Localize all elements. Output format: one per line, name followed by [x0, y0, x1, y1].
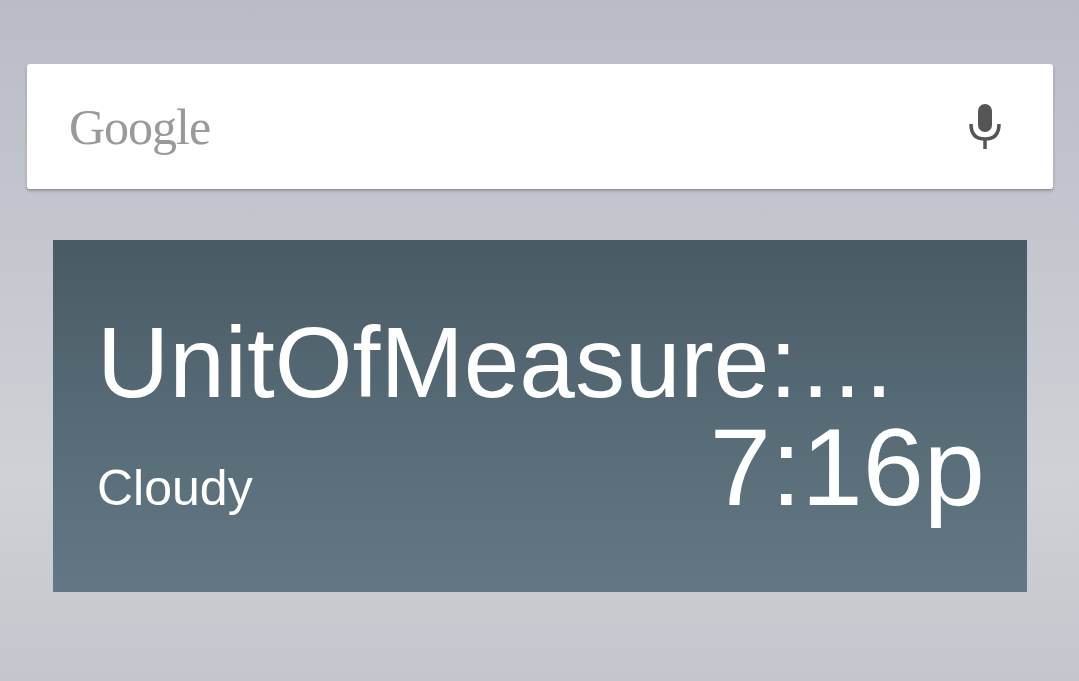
widget-title: UnitOfMeasure:…: [97, 312, 985, 412]
google-logo[interactable]: Google: [69, 98, 210, 156]
clock-time: 7:16p: [710, 412, 985, 522]
clock-weather-widget[interactable]: UnitOfMeasure:… Cloudy 7:16p: [53, 240, 1027, 592]
search-bar[interactable]: Google: [27, 64, 1053, 189]
weather-condition: Cloudy: [97, 459, 253, 517]
widget-bottom-row: Cloudy 7:16p: [97, 412, 985, 522]
microphone-icon[interactable]: [965, 102, 1005, 152]
